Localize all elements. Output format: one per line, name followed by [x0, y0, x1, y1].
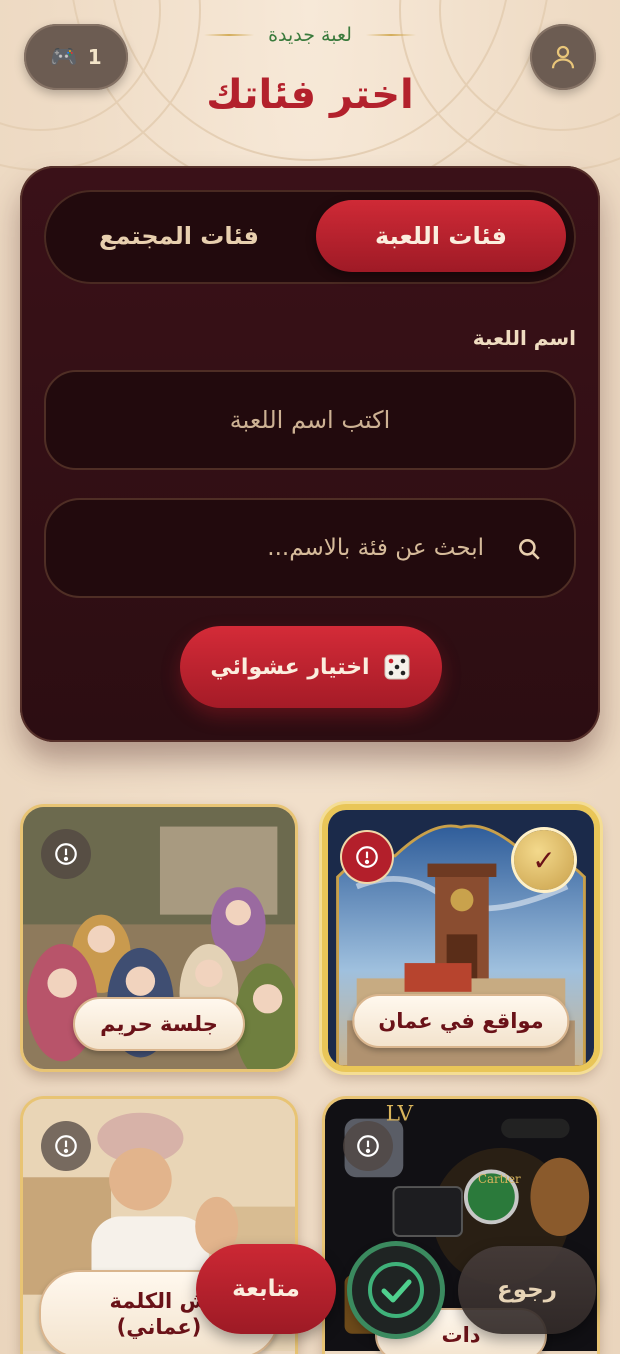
- category-source-tabs: فئات اللعبة فئات المجتمع: [44, 190, 576, 284]
- svg-text:LV: LV: [386, 1102, 414, 1127]
- page-title: اختر فئاتك: [206, 72, 414, 118]
- info-icon[interactable]: [342, 832, 392, 882]
- back-button[interactable]: رجوع: [458, 1246, 596, 1334]
- game-name-label: اسم اللعبة: [472, 326, 576, 350]
- gamepad-icon: 🎮: [50, 44, 78, 70]
- category-card-women-gathering[interactable]: جلسة حريم: [20, 804, 298, 1072]
- random-pick-button[interactable]: اختيار عشوائي: [180, 626, 442, 708]
- selected-check-icon: ✓: [514, 830, 574, 890]
- tab-game-categories[interactable]: فئات اللعبة: [316, 200, 566, 272]
- profile-button[interactable]: [530, 24, 596, 90]
- tab-community-categories[interactable]: فئات المجتمع: [54, 200, 304, 272]
- game-name-input[interactable]: [44, 370, 576, 470]
- category-label: جلسة حريم: [73, 997, 245, 1051]
- info-icon[interactable]: [343, 1121, 393, 1171]
- svg-text:Cartier: Cartier: [478, 1172, 521, 1186]
- subtitle-row: لعبة جديدة: [180, 22, 440, 48]
- subtitle-divider: [204, 34, 255, 36]
- category-search-box: [44, 498, 576, 598]
- random-pick-label: اختيار عشوائي: [210, 654, 370, 680]
- search-icon: [519, 539, 540, 560]
- confirm-button[interactable]: [352, 1246, 440, 1334]
- subtitle-divider: [365, 34, 416, 36]
- continue-button[interactable]: متابعة: [196, 1244, 336, 1334]
- check-icon: [368, 1262, 424, 1318]
- info-icon[interactable]: [41, 829, 91, 879]
- settings-panel: فئات اللعبة فئات المجتمع اسم اللعبة اختي…: [20, 166, 600, 742]
- category-card-oman-sites[interactable]: ✓ مواقع في عمان: [322, 804, 600, 1072]
- info-icon[interactable]: [41, 1121, 91, 1171]
- dice-icon: [384, 654, 410, 680]
- user-icon: [551, 45, 575, 69]
- games-count: 1: [87, 45, 102, 69]
- category-search-input[interactable]: [144, 500, 484, 596]
- category-label: مواقع في عمان: [352, 994, 570, 1048]
- page-header: 🎮 1 لعبة جديدة اختر فئاتك: [0, 0, 620, 150]
- page-subtitle: لعبة جديدة: [268, 24, 352, 46]
